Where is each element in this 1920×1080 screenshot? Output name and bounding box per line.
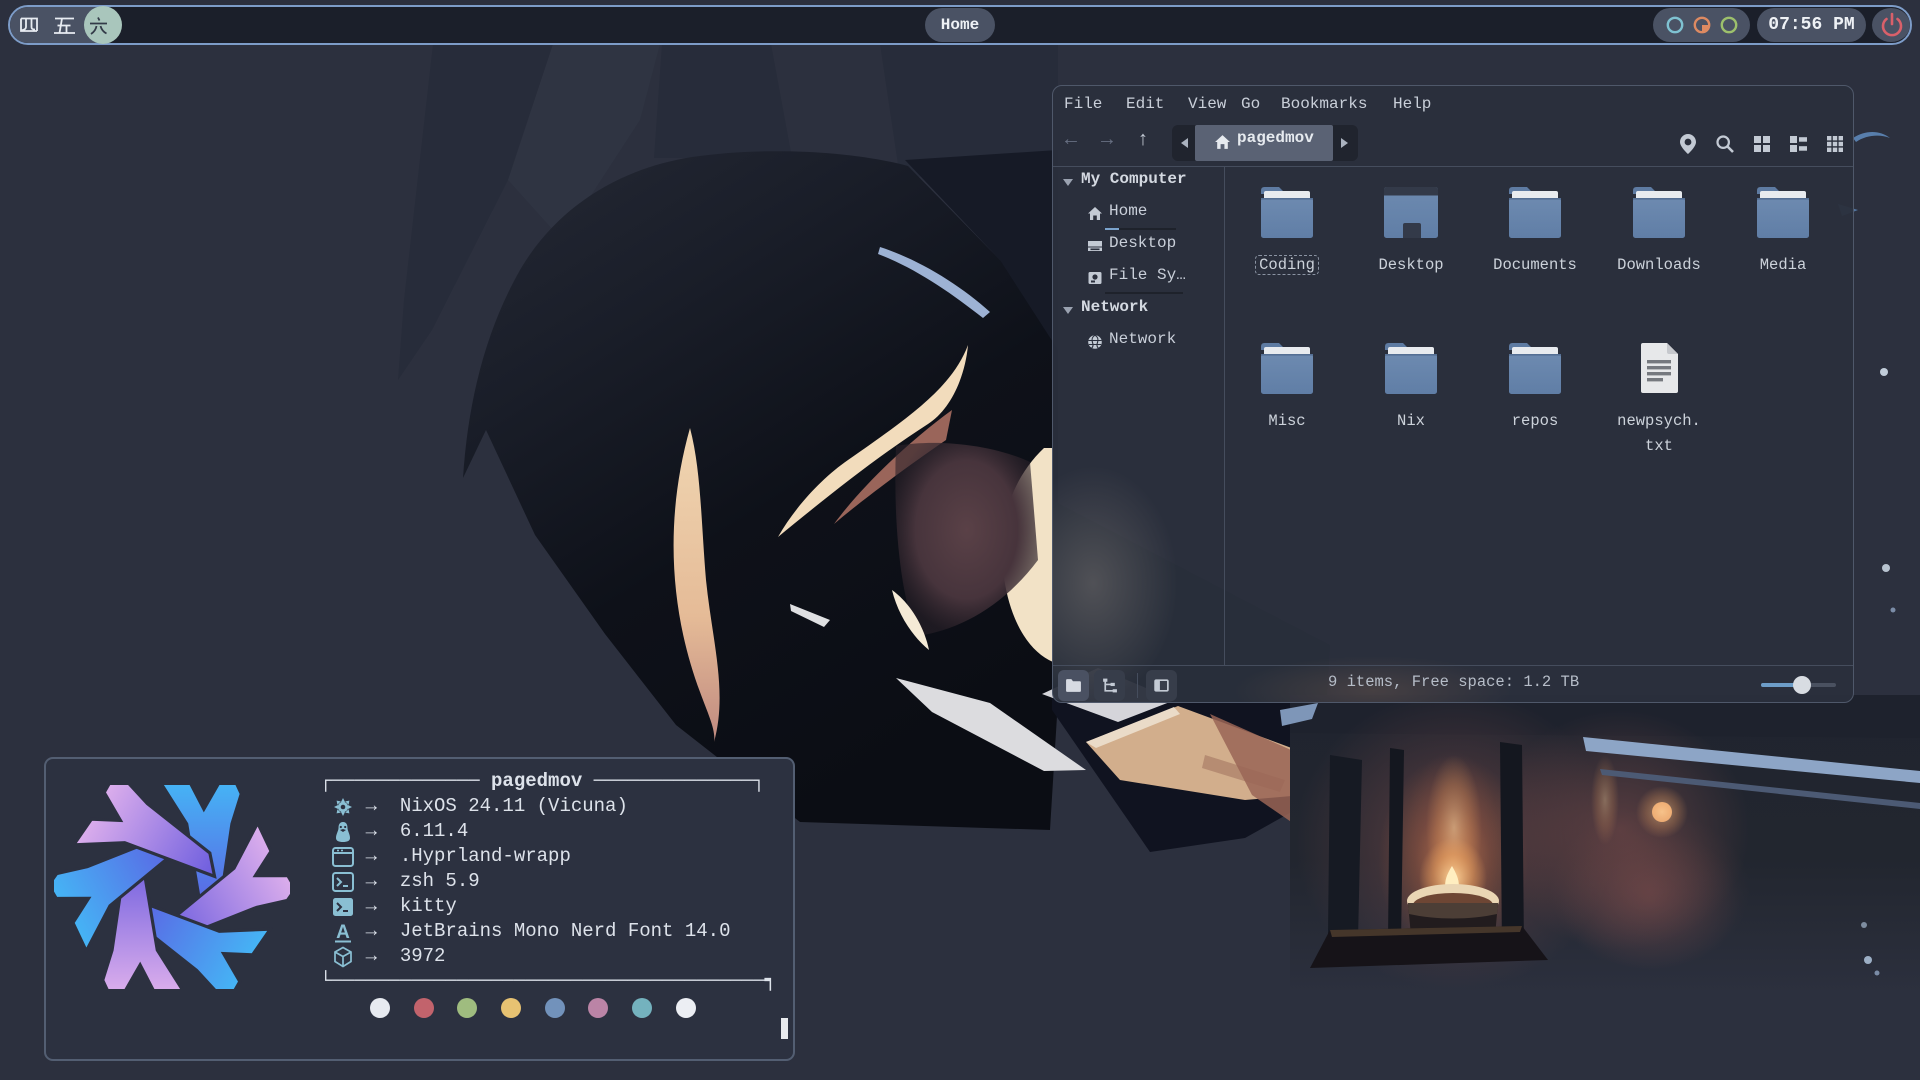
svg-text:A: A <box>336 922 350 943</box>
